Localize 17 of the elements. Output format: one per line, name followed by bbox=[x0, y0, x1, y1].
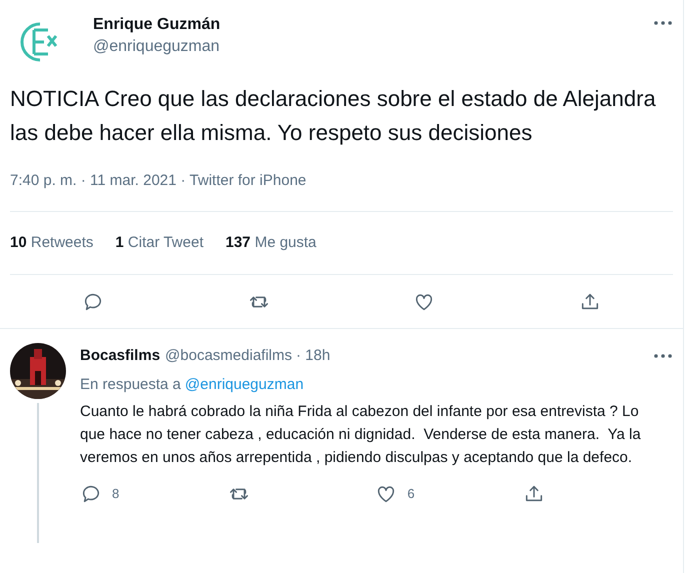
stat-link[interactable]: 10 Retweets bbox=[10, 232, 94, 254]
reply-author-name[interactable]: Bocasfilms bbox=[80, 345, 160, 368]
reply-author-handle[interactable]: @bocasmediafilms bbox=[165, 345, 292, 368]
stat-link[interactable]: 137 Me gusta bbox=[226, 232, 316, 254]
speech-bubble-icon[interactable] bbox=[80, 483, 102, 505]
reply-time[interactable]: · 18h bbox=[296, 345, 330, 368]
more-icon[interactable] bbox=[653, 20, 673, 26]
more-icon[interactable] bbox=[653, 353, 673, 360]
author-name[interactable]: Enrique Guzmán bbox=[93, 14, 220, 36]
stat-link[interactable]: 1 Citar Tweet bbox=[115, 232, 204, 254]
tweet-text: NOTICIA Creo que las declaraciones sobre el estado de Alejandra las debe hacer ella misma. Yo respeto sus decisiones bbox=[10, 85, 657, 147]
replying-to-label: En respuesta a bbox=[80, 374, 181, 394]
action-count: 8 bbox=[112, 485, 120, 504]
reply-text: Cuanto le habrá cobrado la niña Frida al cabezon del infante por esa entrevista ? Lo que hace no tener cabeza , educación ni dignidad. Venderse de esta manera. Ya la veremos en unos años arrepentida , pidiendo disculpas y aceptando que la defeco. bbox=[80, 402, 642, 468]
author-handle[interactable]: @enriqueguzman bbox=[93, 36, 220, 58]
tweet-timestamp: 7:40 p. m. · 11 mar. 2021 · Twitter for iPhone bbox=[10, 171, 308, 191]
action-count: 6 bbox=[407, 485, 415, 504]
